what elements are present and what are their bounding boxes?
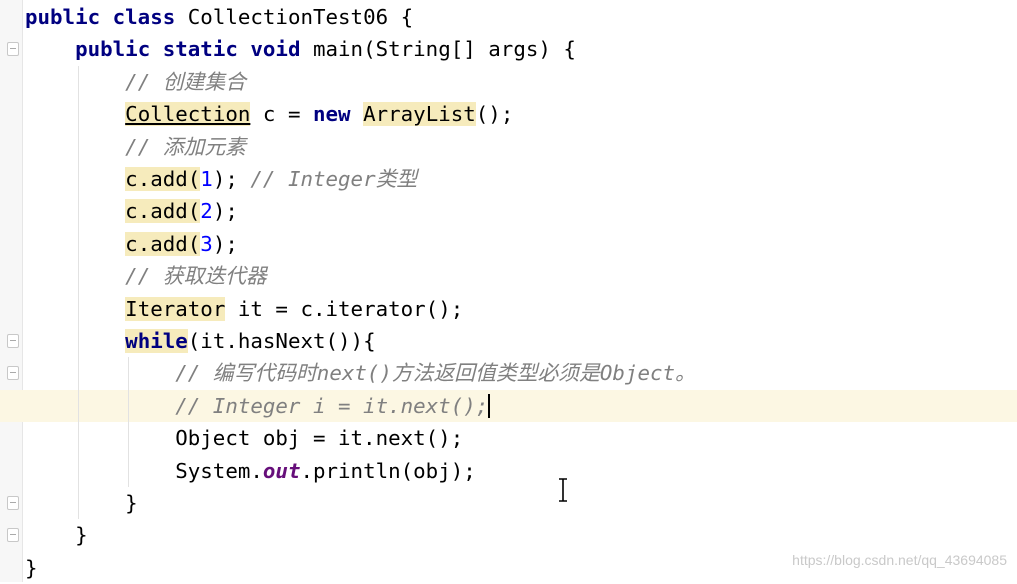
fold-marker-icon[interactable]: [7, 334, 19, 348]
code-line[interactable]: Iterator it = c.iterator();: [25, 293, 463, 325]
code-token: 2: [200, 199, 213, 224]
code-token: c =: [250, 102, 313, 127]
code-token: // 编写代码时next()方法返回值类型必须是Object。: [175, 361, 696, 386]
code-token: CollectionTest06 {: [187, 5, 414, 29]
code-token: c.add(: [125, 199, 201, 224]
code-token: .println(obj);: [300, 458, 476, 483]
code-token: // 获取迭代器: [125, 264, 267, 289]
code-token: Iterator: [125, 296, 226, 321]
code-token: }: [25, 555, 38, 580]
code-line[interactable]: while(it.hasNext()){: [25, 325, 376, 357]
code-token: main(String[] args) {: [313, 37, 576, 62]
code-line[interactable]: // 获取迭代器: [25, 260, 267, 292]
code-token: );: [212, 199, 238, 224]
code-token: while: [125, 329, 188, 353]
code-line[interactable]: // 创建集合: [25, 66, 246, 98]
code-token: // 添加元素: [125, 134, 246, 159]
code-token: }: [75, 523, 88, 548]
fold-marker-icon[interactable]: [7, 366, 19, 381]
code-token: );: [212, 231, 238, 256]
code-line[interactable]: }: [25, 552, 38, 584]
code-token: public static void: [75, 37, 313, 62]
editor-gutter: [0, 0, 23, 582]
code-line[interactable]: // 编写代码时next()方法返回值类型必须是Object。: [25, 357, 696, 389]
code-token: System.: [175, 458, 263, 483]
code-line[interactable]: // 添加元素: [25, 131, 246, 163]
fold-marker-icon[interactable]: [7, 528, 19, 543]
code-line[interactable]: c.add(3);: [25, 228, 238, 260]
code-token: (it.hasNext()){: [187, 329, 376, 353]
code-line[interactable]: // Integer i = it.next();: [25, 390, 488, 422]
code-line[interactable]: Object obj = it.next();: [25, 422, 463, 454]
code-line[interactable]: }: [25, 519, 88, 551]
code-token: );: [212, 167, 251, 191]
code-line[interactable]: System.out.println(obj);: [25, 455, 476, 487]
watermark: https://blog.csdn.net/qq_43694085: [792, 552, 1007, 568]
code-token: // 创建集合: [125, 69, 246, 94]
code-line[interactable]: c.add(1); // Integer类型: [25, 163, 417, 195]
code-line[interactable]: c.add(2);: [25, 195, 238, 227]
code-token: ();: [475, 102, 514, 127]
code-token: Collection: [125, 102, 251, 127]
code-token: public class: [25, 5, 188, 29]
code-token: c.add(: [125, 231, 201, 256]
mouse-ibeam-cursor-icon: [559, 478, 567, 502]
fold-marker-icon[interactable]: [7, 42, 19, 57]
code-token: Object obj = it.next();: [175, 426, 464, 451]
code-line[interactable]: }: [25, 487, 138, 519]
code-token: c.add(: [125, 167, 201, 191]
code-token: ArrayList: [363, 102, 476, 127]
text-caret: [488, 393, 490, 418]
code-token: // Integer i = it.next();: [175, 393, 489, 418]
code-line[interactable]: public static void main(String[] args) {: [25, 33, 576, 65]
code-token: // Integer类型: [250, 167, 418, 191]
code-line[interactable]: Collection c = new ArrayList();: [25, 98, 513, 130]
code-token: 3: [200, 231, 213, 256]
fold-marker-icon[interactable]: [7, 496, 19, 510]
code-token: new: [313, 102, 351, 127]
code-line[interactable]: public class CollectionTest06 {: [25, 1, 413, 33]
code-token: out: [262, 458, 301, 483]
code-token: 1: [200, 167, 213, 191]
code-token: it = c.iterator();: [225, 296, 464, 321]
code-token: }: [125, 491, 138, 515]
